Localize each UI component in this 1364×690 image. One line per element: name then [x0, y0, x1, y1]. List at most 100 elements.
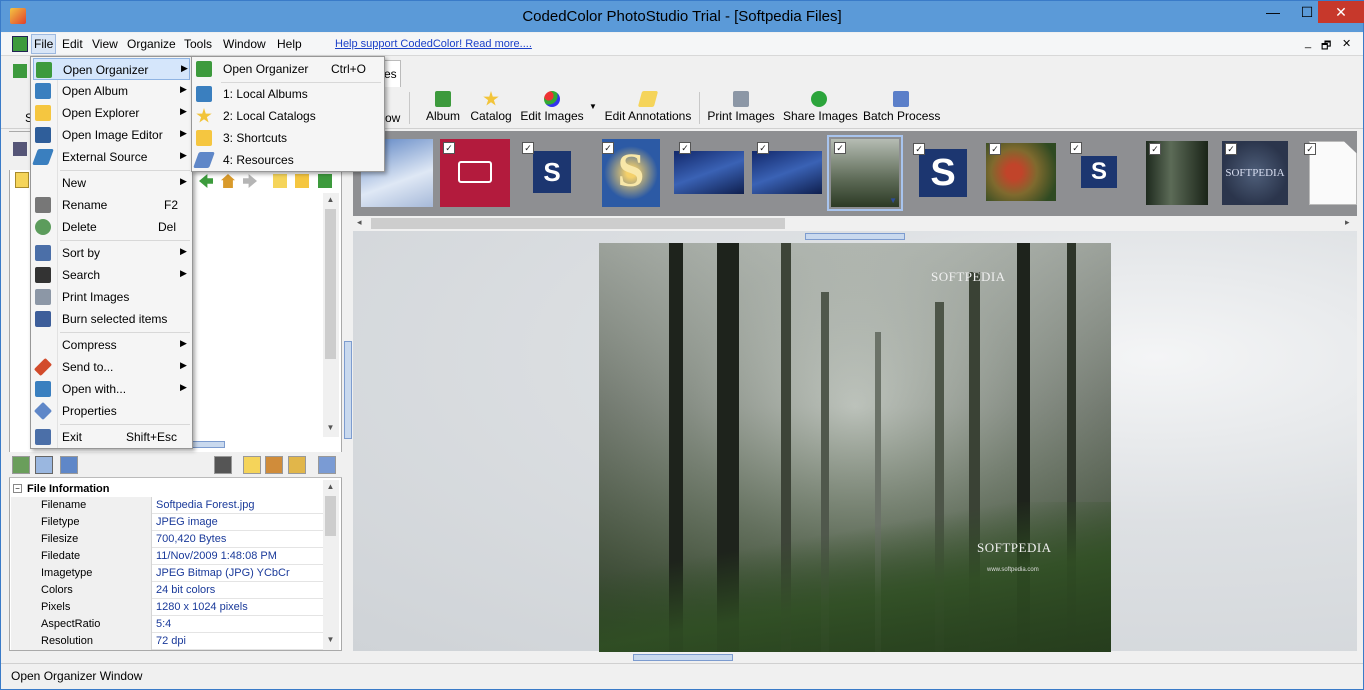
- folder-icon[interactable]: [15, 172, 29, 188]
- annotate-icon[interactable]: [265, 456, 283, 474]
- folder-up-icon[interactable]: [273, 174, 287, 188]
- tab-details-icon[interactable]: [60, 456, 78, 474]
- menu-file[interactable]: File: [31, 34, 57, 54]
- menu-item-open-with[interactable]: Open with... ▶: [33, 378, 190, 400]
- thumbnail-item[interactable]: S ✓: [522, 142, 571, 193]
- thumbnail-item[interactable]: ✓: [674, 142, 744, 194]
- thumbnail-item[interactable]: S ✓: [913, 143, 967, 197]
- thumbnail-checkbox[interactable]: ✓: [989, 143, 1001, 155]
- catalog-button[interactable]: Catalog: [469, 91, 513, 127]
- menu-item-send-to[interactable]: Send to... ▶: [33, 356, 190, 378]
- edit-info-icon[interactable]: [243, 456, 261, 474]
- scroll-thumb[interactable]: [325, 496, 336, 536]
- image-edit-icon[interactable]: [288, 456, 306, 474]
- thumbnail-item[interactable]: ✓: [752, 142, 822, 194]
- submenu-item-shortcuts[interactable]: 3: Shortcuts: [194, 127, 382, 149]
- back-arrow-icon[interactable]: [199, 174, 213, 188]
- scroll-thumb[interactable]: [325, 209, 336, 359]
- pane-splitter-handle[interactable]: [191, 441, 225, 448]
- thumbnail-checkbox[interactable]: ✓: [1304, 143, 1316, 155]
- thumbnail-item[interactable]: ✓: [986, 143, 1056, 201]
- menu-item-external-source[interactable]: External Source ▶: [32, 146, 190, 168]
- thumbnail-checkbox[interactable]: ✓: [522, 142, 534, 154]
- mdi-minimize-button[interactable]: _: [1305, 37, 1311, 49]
- menu-tools[interactable]: Tools: [184, 37, 212, 51]
- document-icon[interactable]: [12, 36, 28, 52]
- thumbnail-checkbox[interactable]: ✓: [913, 143, 925, 155]
- toolbar-partial-view[interactable]: ow: [385, 111, 400, 125]
- menu-item-burn[interactable]: Burn selected items: [33, 308, 190, 330]
- scroll-up-icon[interactable]: ▲: [325, 482, 336, 491]
- collapse-icon[interactable]: −: [13, 484, 22, 493]
- thumbnail-checkbox[interactable]: ✓: [1225, 143, 1237, 155]
- menu-item-new[interactable]: New ▶: [33, 172, 190, 194]
- menu-item-delete[interactable]: Delete Del: [33, 216, 190, 238]
- forward-arrow-icon[interactable]: [243, 174, 257, 188]
- menu-item-open-organizer[interactable]: Open Organizer ▶: [33, 58, 190, 80]
- thumbnail-checkbox[interactable]: ✓: [757, 142, 769, 154]
- home-icon[interactable]: [221, 174, 235, 188]
- thumbnail-checkbox[interactable]: ✓: [443, 142, 455, 154]
- tab-properties-icon[interactable]: [35, 456, 53, 474]
- mdi-close-button[interactable]: ✕: [1342, 37, 1351, 50]
- print-images-button[interactable]: Print Images: [707, 91, 775, 127]
- menu-item-rename[interactable]: Rename F2: [33, 194, 190, 216]
- thumbnail-checkbox[interactable]: ✓: [679, 142, 691, 154]
- album-button[interactable]: Album: [423, 91, 463, 127]
- menu-window[interactable]: Window: [223, 37, 266, 51]
- tab-image-info-icon[interactable]: [12, 456, 30, 474]
- thumbnail-item[interactable]: SOFTPEDIA ✓: [1222, 141, 1288, 205]
- vertical-splitter[interactable]: [344, 341, 352, 439]
- menu-item-open-explorer[interactable]: Open Explorer ▶: [33, 102, 190, 124]
- thumbnail-checkbox[interactable]: ✓: [834, 142, 846, 154]
- close-button[interactable]: ✕: [1318, 1, 1364, 23]
- layout-icon[interactable]: [318, 456, 336, 474]
- thumbnail-item[interactable]: ✓: [1304, 141, 1357, 205]
- minimize-button[interactable]: —: [1256, 1, 1290, 23]
- menu-item-properties[interactable]: Properties: [33, 400, 190, 422]
- menu-organize[interactable]: Organize: [127, 37, 176, 51]
- scroll-right-icon[interactable]: ▸: [1345, 217, 1350, 228]
- tree-view-icon[interactable]: [13, 142, 27, 156]
- thumbnail-checkbox[interactable]: ✓: [602, 142, 614, 154]
- thumbnail-expand-icon[interactable]: ▼: [889, 196, 897, 205]
- thumbnail-item[interactable]: S ✓: [602, 139, 660, 207]
- thumbnail-item[interactable]: S ✓: [1070, 142, 1117, 188]
- support-link[interactable]: Help support CodedColor! Read more....: [335, 38, 532, 50]
- tree-scrollbar[interactable]: ▲ ▼: [323, 193, 339, 437]
- save-info-icon[interactable]: [214, 456, 232, 474]
- scroll-down-icon[interactable]: ▼: [325, 635, 336, 644]
- submenu-item-resources[interactable]: 4: Resources: [193, 149, 382, 171]
- info-scrollbar[interactable]: ▲ ▼: [323, 480, 339, 650]
- edit-images-dropdown-icon[interactable]: ▼: [589, 102, 597, 111]
- share-images-button[interactable]: Share Images: [783, 91, 858, 127]
- thumbnail-item[interactable]: ✓: [1146, 141, 1208, 205]
- scroll-down-icon[interactable]: ▼: [325, 423, 336, 432]
- preview-splitter-handle[interactable]: [805, 233, 905, 240]
- menu-item-open-album[interactable]: Open Album ▶: [33, 80, 190, 102]
- edit-annotations-button[interactable]: Edit Annotations: [603, 91, 693, 127]
- thumbnail-checkbox[interactable]: ✓: [1149, 143, 1161, 155]
- mdi-restore-button[interactable]: 🗗: [1321, 37, 1331, 56]
- organizer-small-icon[interactable]: [318, 174, 332, 188]
- batch-process-button[interactable]: Batch Process: [863, 91, 940, 127]
- organizer-icon[interactable]: [13, 64, 27, 78]
- thumbnail-item-selected[interactable]: ✓ ▼: [827, 135, 903, 211]
- submenu-item-local-catalogs[interactable]: 2: Local Catalogs: [194, 105, 382, 127]
- menu-view[interactable]: View: [92, 37, 118, 51]
- menu-help[interactable]: Help: [277, 37, 302, 51]
- submenu-item-open-organizer[interactable]: Open Organizer Ctrl+O: [194, 58, 382, 80]
- menu-item-compress[interactable]: Compress ▶: [33, 334, 190, 356]
- menu-item-sort-by[interactable]: Sort by ▶: [33, 242, 190, 264]
- preview-image[interactable]: SOFTPEDIA SOFTPEDIA www.softpedia.com: [599, 243, 1111, 652]
- edit-images-button[interactable]: Edit Images: [519, 91, 585, 127]
- scroll-left-icon[interactable]: ◂: [357, 217, 362, 228]
- thumbnail-scrollbar[interactable]: ◂ ▸: [353, 216, 1357, 231]
- submenu-item-local-albums[interactable]: 1: Local Albums: [194, 83, 382, 105]
- scroll-thumb[interactable]: [371, 218, 785, 229]
- menu-item-search[interactable]: Search ▶: [33, 264, 190, 286]
- scroll-up-icon[interactable]: ▲: [325, 195, 336, 204]
- menu-item-exit[interactable]: Exit Shift+Esc: [33, 426, 190, 448]
- menu-item-print-images[interactable]: Print Images: [33, 286, 190, 308]
- menu-edit[interactable]: Edit: [62, 37, 83, 51]
